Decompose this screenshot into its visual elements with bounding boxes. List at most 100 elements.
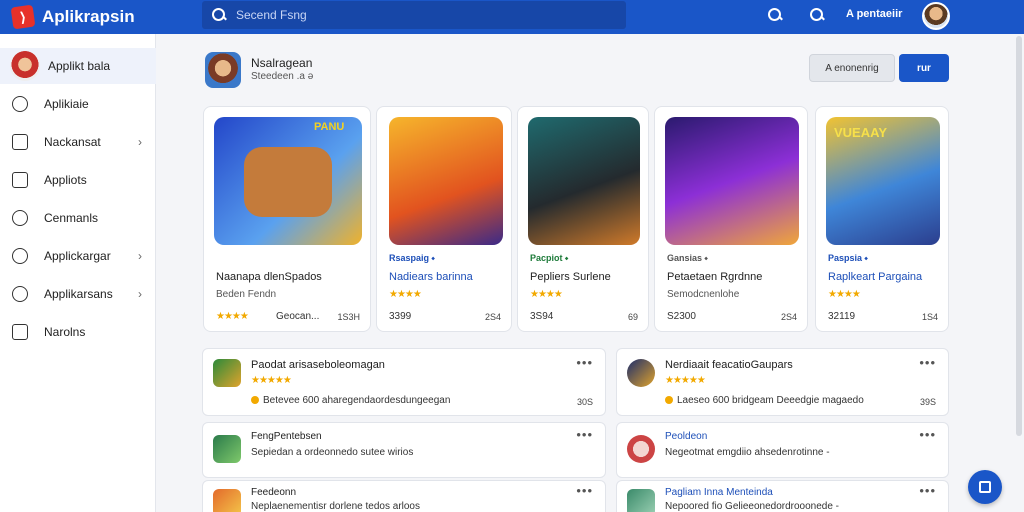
sidebar-item-label: Nackansat xyxy=(44,135,101,149)
secondary-button[interactable]: A enonenrig xyxy=(809,54,895,82)
thumb-badge: VUEAAY xyxy=(834,125,887,140)
app-subtitle: Beden Fendn xyxy=(216,289,277,300)
app-icon xyxy=(627,489,655,512)
app-name: Aplikrapsin xyxy=(42,7,135,26)
more-options-icon[interactable]: ••• xyxy=(576,427,593,442)
list-item[interactable]: Pagliam Inna Menteinda Nepoored fio Geli… xyxy=(616,480,949,512)
chevron-right-icon: › xyxy=(138,249,142,263)
search-icon[interactable] xyxy=(768,8,782,22)
sidebar-item-label: Cenmanls xyxy=(44,211,99,225)
app-category: Paspsia ⬩ xyxy=(828,253,868,263)
page-subtitle: Steedeen .a ə xyxy=(251,71,314,82)
app-thumbnail: PANU xyxy=(214,117,362,245)
app-card[interactable]: Pacpiot ⬩ Pepliers Surlene ★★★★ 3S94 69 xyxy=(517,106,649,332)
coin-icon xyxy=(251,396,259,405)
rating-stars: ★★★★★ xyxy=(251,375,292,386)
rating-stars: ★★★★ xyxy=(828,289,861,300)
sidebar-item-cloud[interactable]: Cenmanls xyxy=(0,202,156,234)
sidebar-item-apps[interactable]: Appliots xyxy=(0,164,156,196)
app-category: Gansias ⬩ xyxy=(667,253,708,263)
row-description: Laeseo 600 bridgeam Deeedgie magaedo xyxy=(665,395,864,406)
app-icon xyxy=(213,489,241,512)
chevron-right-icon: › xyxy=(138,135,142,149)
row-description: Negeotmat emgdiio ahsedenrotinne - xyxy=(665,447,830,458)
download-count: 2S4 xyxy=(484,312,501,322)
row-title: Paodat arisaseboleomagan xyxy=(251,359,385,371)
sidebar-item-recent[interactable]: Applickargar › xyxy=(0,240,156,272)
row-count: 30S xyxy=(576,397,593,407)
download-count: 2S4 xyxy=(780,312,797,322)
search-input[interactable] xyxy=(236,8,596,22)
search-bar[interactable] xyxy=(202,1,626,29)
row-title: Nerdiaait feacatioGaupars xyxy=(665,359,793,371)
app-card[interactable]: PANU Naanapa dlenSpados Beden Fendn ★★★★… xyxy=(203,106,371,332)
row-title: FengPentebsen xyxy=(251,431,322,442)
coin-icon xyxy=(665,396,673,405)
more-options-icon[interactable]: ••• xyxy=(576,355,593,370)
row-title: Pagliam Inna Menteinda xyxy=(665,487,773,498)
sidebar-item-profile[interactable]: Applikt bala xyxy=(0,48,156,84)
app-card[interactable]: Rsaspaig ⬩ Nadiears barinna ★★★★ 3399 2S… xyxy=(376,106,512,332)
primary-button[interactable]: rur xyxy=(899,54,949,82)
row-count: 39S xyxy=(919,397,936,407)
more-options-icon[interactable]: ••• xyxy=(919,355,936,370)
rating-stars: ★★★★ xyxy=(530,289,563,300)
download-count: 1S3H xyxy=(337,312,360,322)
more-options-icon[interactable]: ••• xyxy=(576,483,593,498)
row-description: Neplaenementisr dorlene tedos arloos xyxy=(251,501,420,512)
app-card[interactable]: Gansias ⬩ Petaetaen Rgrdnne Semodcnenloh… xyxy=(654,106,808,332)
star-icon xyxy=(12,96,28,112)
sidebar-item-featured[interactable]: Aplikiaie xyxy=(0,88,156,120)
brand[interactable]: ⟩ Aplikrapsin xyxy=(0,4,200,30)
app-icon xyxy=(213,359,241,387)
list-item[interactable]: Peoldeon Negeotmat emgdiio ahsedenrotinn… xyxy=(616,422,949,478)
app-title: Pepliers Surlene xyxy=(530,271,611,283)
app-icon xyxy=(627,359,655,387)
rating-meta: 3S94 xyxy=(530,311,554,322)
chevron-right-icon: › xyxy=(138,287,142,301)
sidebar-item-label: Appliots xyxy=(44,173,87,187)
app-category: Rsaspaig ⬩ xyxy=(389,253,435,263)
sidebar-item-more[interactable]: Narolns xyxy=(0,316,156,348)
list-item[interactable]: Nerdiaait feacatioGaupars ★★★★★ Laeseo 6… xyxy=(616,348,949,416)
thumb-badge: PANU xyxy=(314,121,345,133)
floating-action-button[interactable] xyxy=(968,470,1002,504)
row-description: Sepiedan a ordeonnedo sutee wirios xyxy=(251,447,414,458)
rating-stars: ★★★★ xyxy=(216,311,249,322)
row-description: Betevee 600 aharegendaordesdungeegan xyxy=(251,395,450,406)
list-item[interactable]: Feedeonn Neplaenementisr dorlene tedos a… xyxy=(202,480,606,512)
app-icon xyxy=(627,435,655,463)
scrollbar[interactable] xyxy=(1016,36,1022,436)
rating-meta: 32119 xyxy=(828,311,856,322)
user-avatar[interactable] xyxy=(922,2,950,30)
sidebar: Applikt bala Aplikiaie Nackansat › Appli… xyxy=(0,34,156,512)
rating-stars: ★★★★ xyxy=(389,289,422,300)
app-card[interactable]: VUEAAY Paspsia ⬩ Raplkeart Pargaina ★★★★… xyxy=(815,106,949,332)
rating-meta: S2300 xyxy=(667,311,696,322)
app-title: Nadiears barinna xyxy=(389,271,473,283)
main-content: Nsalragean Steedeen .a ə A enonenrig rur… xyxy=(157,34,1024,512)
app-thumbnail xyxy=(528,117,640,245)
list-item[interactable]: Paodat arisaseboleomagan ★★★★★ Betevee 6… xyxy=(202,348,606,416)
list-item[interactable]: FengPentebsen Sepiedan a ordeonnedo sute… xyxy=(202,422,606,478)
sidebar-item-downloads[interactable]: Nackansat › xyxy=(0,126,156,158)
app-category: Pacpiot ⬩ xyxy=(530,253,569,263)
download-count: 1S4 xyxy=(921,312,938,322)
user-name-link[interactable]: A pentaeiir xyxy=(846,8,902,20)
row-title: Feedeonn xyxy=(251,487,297,498)
search-icon[interactable] xyxy=(810,8,824,22)
more-options-icon[interactable]: ••• xyxy=(919,427,936,442)
sidebar-item-explore[interactable]: Applikarsans › xyxy=(0,278,156,310)
app-subtitle: Semodcnenlohe xyxy=(667,289,740,300)
rating-meta: 3399 xyxy=(389,311,412,322)
app-thumbnail xyxy=(665,117,799,245)
rating-meta: Geocan... xyxy=(276,311,320,322)
header-avatar xyxy=(205,52,241,88)
download-icon xyxy=(12,134,28,150)
chat-icon xyxy=(979,481,991,493)
bag-icon xyxy=(12,172,28,188)
app-title: Petaetaen Rgrdnne xyxy=(667,271,763,283)
controller-image xyxy=(244,147,332,217)
more-options-icon[interactable]: ••• xyxy=(919,483,936,498)
compass-icon xyxy=(12,286,28,302)
